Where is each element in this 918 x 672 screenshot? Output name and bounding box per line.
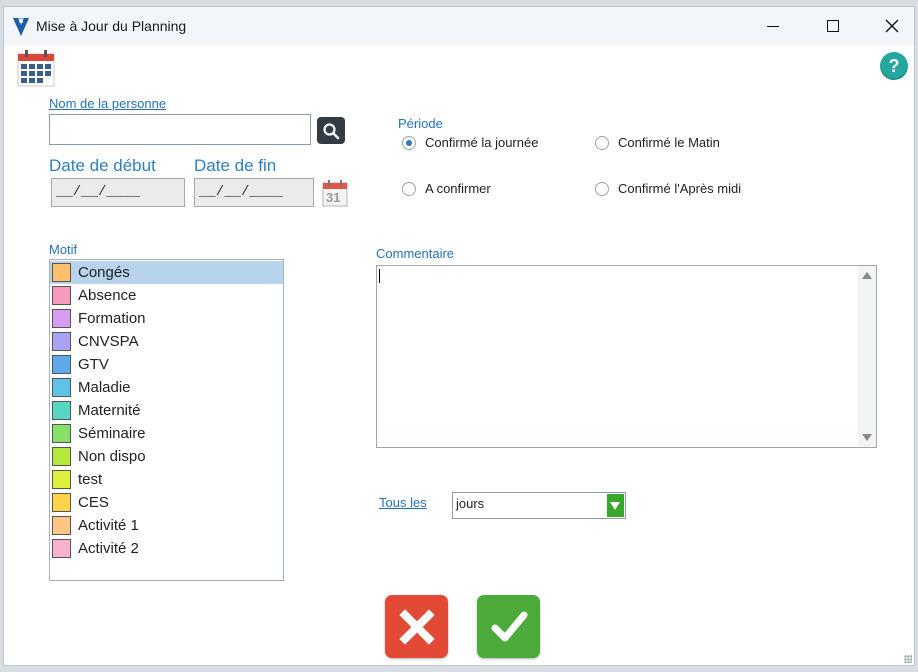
list-item-label: GTV [78,356,109,373]
search-icon [323,122,340,139]
color-swatch [52,286,71,305]
list-item[interactable]: Maladie [50,376,283,399]
color-swatch [52,309,71,328]
list-item-label: Maladie [78,379,131,396]
recurrence-label: Tous les [379,495,427,510]
resize-grip[interactable] [904,655,912,663]
title-bar: Mise à Jour du Planning [4,7,914,45]
end-date-label: Date de fin [194,156,277,175]
list-item[interactable]: Non dispo [50,445,283,468]
start-date-input[interactable]: __/__/____ [51,178,185,207]
radio-label: A confirmer [425,181,491,196]
list-item[interactable]: GTV [50,353,283,376]
list-item-label: Formation [78,310,146,327]
list-item[interactable]: Absence [50,284,283,307]
minimize-button[interactable] [750,11,796,41]
comment-label: Commentaire [376,246,455,261]
list-item[interactable]: Séminaire [50,422,283,445]
radio-label: Confirmé le Matin [618,135,720,150]
maximize-button[interactable] [810,11,856,41]
list-item-label: Activité 2 [78,540,139,557]
list-item[interactable]: Activité 1 [50,514,283,537]
minimize-icon [767,25,779,27]
dialog-window: Mise à Jour du Planning ? Nom de la pers… [3,6,915,666]
person-name-input[interactable] [49,114,311,145]
radio-a-confirmer[interactable]: A confirmer [402,181,491,196]
radio-indicator-checked[interactable] [402,135,416,150]
scroll-up-icon[interactable] [862,272,872,279]
chevron-down-icon[interactable] [607,494,624,517]
list-item-label: Non dispo [78,448,146,465]
list-item[interactable]: Activité 2 [50,537,283,560]
search-person-button[interactable] [317,117,345,144]
color-swatch [52,378,71,397]
list-item-label: test [78,471,103,488]
radio-label: Confirmé la journée [425,135,539,150]
radio-confirme-apres-midi[interactable]: Confirmé l'Après midi [595,181,741,196]
validate-button[interactable] [477,595,540,658]
list-item[interactable]: CNVSPA [50,330,283,353]
recurrence-select[interactable]: jours [452,492,626,519]
comment-scrollbar[interactable] [858,266,876,447]
list-item-label: Maternité [78,402,141,419]
motif-list[interactable]: Congés Absence Formation CNVSPA GTV Mala… [49,259,284,581]
list-item[interactable]: Congés [50,261,283,284]
calendar-day-number: 31 [326,190,341,205]
color-swatch [52,539,71,558]
color-swatch [52,332,71,351]
scroll-down-icon[interactable] [862,434,872,441]
color-swatch [52,263,71,282]
recurrence-selected-value: jours [456,496,485,511]
color-swatch [52,401,71,420]
cross-icon [398,608,435,645]
list-item-label: Séminaire [78,425,146,442]
person-name-label: Nom de la personne [49,96,167,111]
close-button[interactable] [869,11,915,41]
list-item-label: CNVSPA [78,333,139,350]
list-item-label: Congés [78,264,130,281]
start-date-label: Date de début [49,156,156,175]
radio-confirme-journee[interactable]: Confirmé la journée [402,135,538,150]
color-swatch [52,470,71,489]
text-caret [379,269,380,283]
planning-calendar-icon [17,50,55,87]
color-swatch [52,493,71,512]
help-icon[interactable]: ? [880,52,908,80]
list-item-label: Activité 1 [78,517,139,534]
radio-indicator[interactable] [595,181,609,196]
color-swatch [52,516,71,535]
periode-label: Période [398,116,443,131]
checkmark-icon [491,611,527,641]
radio-indicator[interactable] [595,135,609,150]
date-picker-button[interactable]: 31 [322,179,348,207]
list-item[interactable]: Formation [50,307,283,330]
motif-label: Motif [49,242,78,257]
close-icon [885,19,899,33]
list-item[interactable]: test [50,468,283,491]
window-title: Mise à Jour du Planning [36,18,187,34]
list-item-label: CES [78,494,109,511]
list-item-label: Absence [78,287,137,304]
list-item[interactable]: CES [50,491,283,514]
color-swatch [52,424,71,443]
radio-indicator[interactable] [402,181,416,196]
cancel-button[interactable] [385,595,448,658]
color-swatch [52,447,71,466]
radio-label: Confirmé l'Après midi [618,181,742,196]
end-date-input[interactable]: __/__/____ [194,178,314,207]
color-swatch [52,355,71,374]
radio-confirme-matin[interactable]: Confirmé le Matin [595,135,720,150]
maximize-icon [827,20,839,32]
app-logo-icon [13,18,29,36]
comment-textarea[interactable] [376,265,877,448]
list-item[interactable]: Maternité [50,399,283,422]
